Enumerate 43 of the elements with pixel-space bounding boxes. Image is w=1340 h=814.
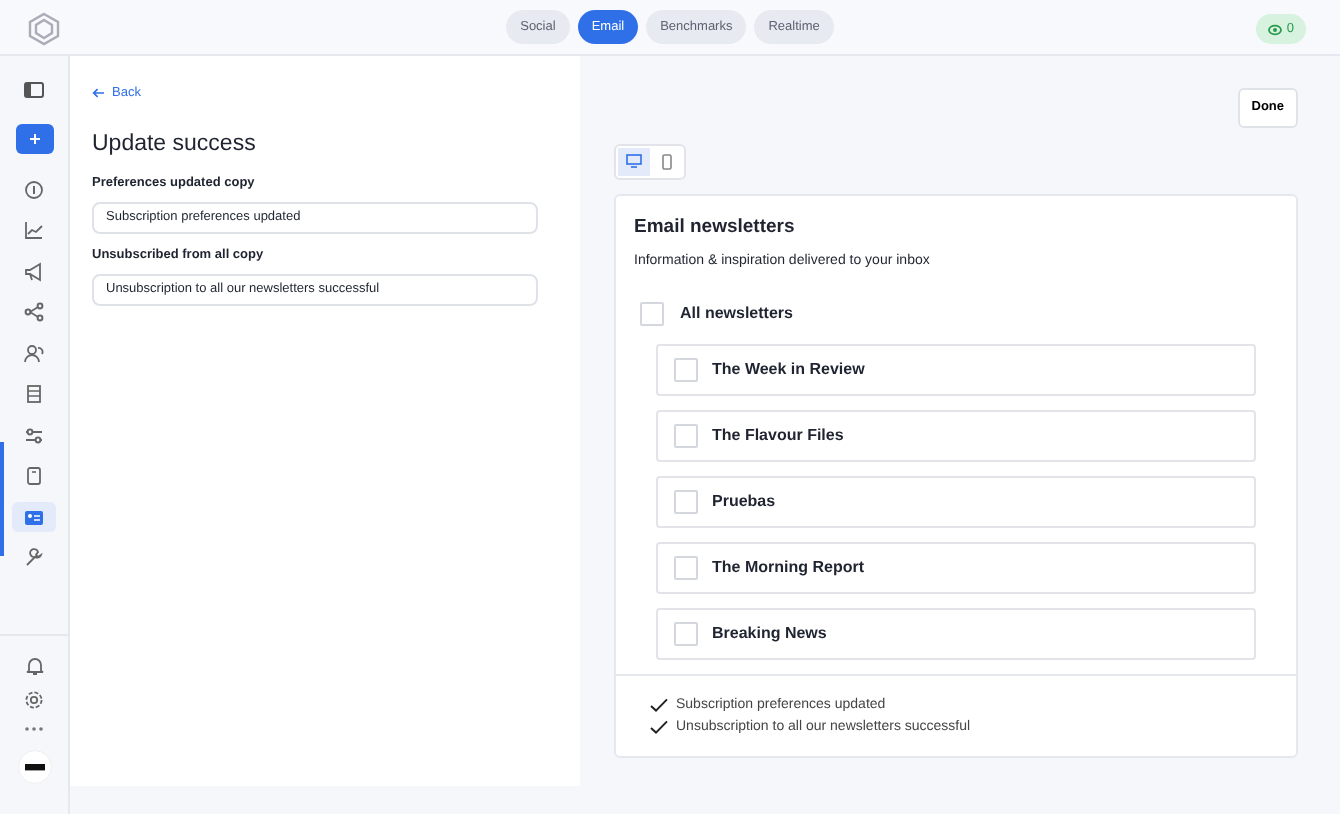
newsletter-option[interactable]: The Morning Report xyxy=(656,541,1256,593)
info-icon xyxy=(24,179,44,199)
monitor-icon xyxy=(626,154,642,169)
newsletter-option[interactable]: The Week in Review xyxy=(656,343,1256,395)
checkbox[interactable] xyxy=(674,489,698,513)
checkbox[interactable] xyxy=(674,423,698,447)
sliders-icon xyxy=(24,425,44,445)
newsletter-option[interactable]: The Flavour Files xyxy=(656,409,1256,461)
desktop-button[interactable] xyxy=(618,147,650,176)
image-card-nav-item[interactable] xyxy=(12,502,56,532)
share-icon xyxy=(24,302,44,322)
checkbox[interactable] xyxy=(674,621,698,645)
megaphone-icon xyxy=(24,261,44,281)
checkbox[interactable] xyxy=(640,301,664,325)
plus-icon xyxy=(29,134,39,144)
checkbox-label: All newsletters xyxy=(680,301,793,325)
newsletter-option[interactable]: Pruebas xyxy=(656,475,1256,527)
list-icon xyxy=(24,384,44,404)
option-label: The Morning Report xyxy=(712,555,864,579)
arrow-left-icon xyxy=(92,88,104,99)
option-label: The Flavour Files xyxy=(712,423,844,447)
logo-icon xyxy=(28,12,60,46)
phone-icon xyxy=(661,153,671,170)
option-label: The Week in Review xyxy=(712,357,865,381)
more-icon[interactable] xyxy=(24,725,44,731)
avatar-icon[interactable] xyxy=(17,749,51,783)
newsletter-option[interactable]: Breaking News xyxy=(656,607,1256,659)
sidebar-toggle-icon[interactable] xyxy=(24,82,44,98)
image-card-icon xyxy=(24,507,44,527)
users-icon xyxy=(24,343,44,363)
wrench-icon xyxy=(24,548,44,568)
bell-icon[interactable] xyxy=(25,655,43,675)
page-title: Update success xyxy=(92,129,258,160)
option-label: Pruebas xyxy=(712,489,776,513)
card-title: Email newsletters xyxy=(632,213,797,242)
add-button[interactable] xyxy=(15,124,53,154)
eye-icon xyxy=(1268,23,1283,35)
settings-icon[interactable] xyxy=(24,689,44,709)
document-icon xyxy=(24,466,44,486)
option-label: Breaking News xyxy=(712,621,827,645)
checkbox[interactable] xyxy=(674,357,698,381)
checkbox[interactable] xyxy=(674,555,698,579)
chart-icon xyxy=(24,220,44,240)
